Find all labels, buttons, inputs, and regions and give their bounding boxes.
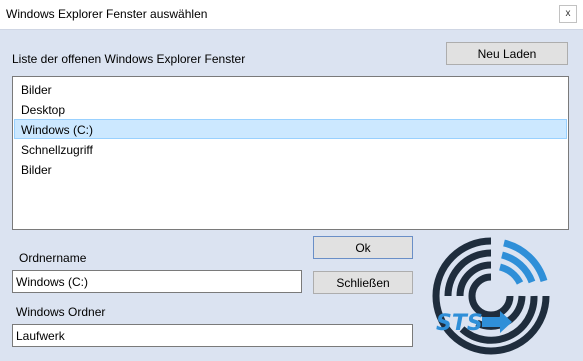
sts-maze-logo-icon: STS bbox=[432, 237, 550, 355]
list-item[interactable]: Bilder bbox=[14, 159, 567, 179]
reload-button[interactable]: Neu Laden bbox=[446, 42, 568, 65]
list-item-selected[interactable]: Windows (C:) bbox=[14, 119, 567, 139]
logo-text: STS bbox=[436, 311, 483, 336]
list-item[interactable]: Desktop bbox=[14, 99, 567, 119]
folder-name-label: Ordnername bbox=[19, 251, 87, 265]
window-title: Windows Explorer Fenster auswählen bbox=[6, 7, 208, 21]
dialog-body: Liste der offenen Windows Explorer Fenst… bbox=[0, 30, 583, 361]
windows-folder-label: Windows Ordner bbox=[16, 305, 106, 319]
close-icon: x bbox=[565, 8, 571, 19]
window-list-label: Liste der offenen Windows Explorer Fenst… bbox=[12, 52, 246, 66]
windows-folder-field[interactable] bbox=[12, 324, 413, 347]
folder-name-field[interactable] bbox=[12, 270, 302, 293]
title-bar: Windows Explorer Fenster auswählen x bbox=[0, 0, 583, 30]
close-window-button[interactable]: x bbox=[559, 5, 577, 23]
close-button[interactable]: Schließen bbox=[313, 271, 413, 294]
list-item[interactable]: Bilder bbox=[14, 79, 567, 99]
ok-button[interactable]: Ok bbox=[313, 236, 413, 259]
explorer-window-list[interactable]: Bilder Desktop Windows (C:) Schnellzugri… bbox=[12, 76, 569, 230]
list-item[interactable]: Schnellzugriff bbox=[14, 139, 567, 159]
